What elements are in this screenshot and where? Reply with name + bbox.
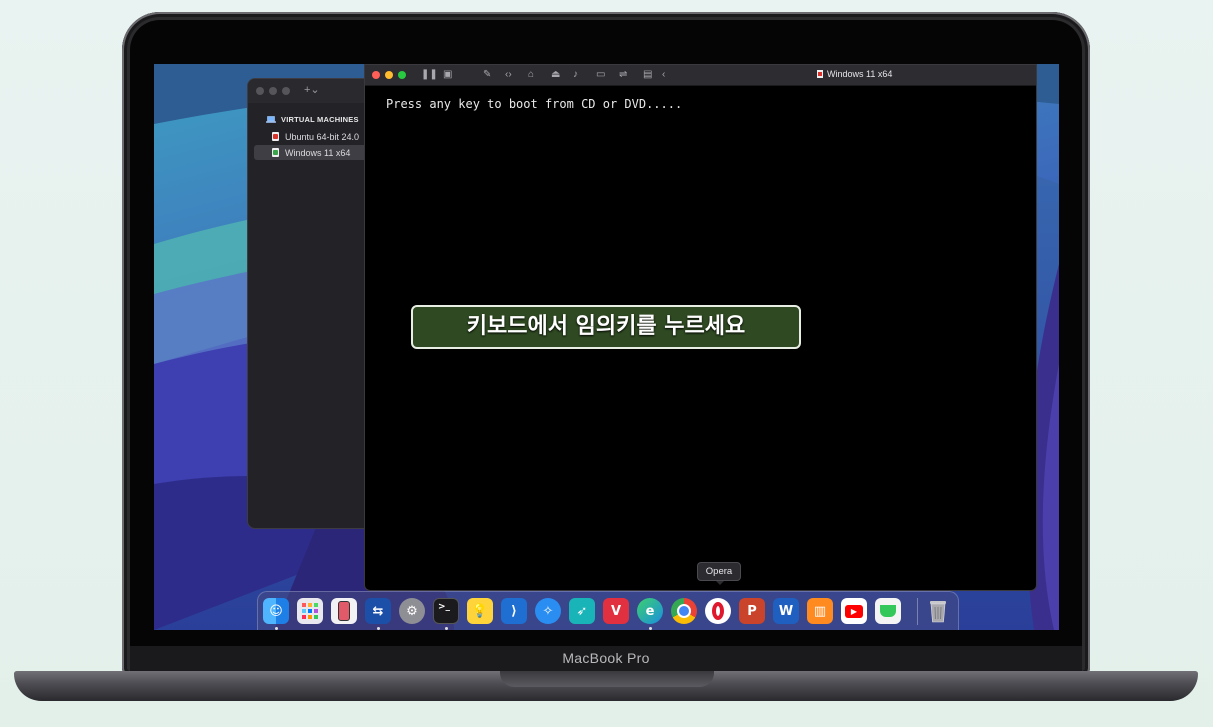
pause-icon[interactable]: ❚❚ bbox=[421, 68, 438, 82]
code-icon[interactable]: ‹› bbox=[505, 68, 512, 82]
youtube-icon[interactable]: ▶ bbox=[841, 598, 867, 624]
opera-icon[interactable] bbox=[705, 598, 731, 624]
mac-desktop: +⌄ VIRTUAL MACHINES Ubuntu 64-bit 24.0 W… bbox=[154, 64, 1059, 630]
sidebar-item-label: Ubuntu 64-bit 24.0 bbox=[285, 131, 360, 142]
window-title: Windows 11 x64 bbox=[817, 69, 892, 79]
close-button-inactive[interactable] bbox=[256, 87, 264, 95]
chrome-center-icon bbox=[677, 604, 691, 618]
usb-icon[interactable]: ⇌ bbox=[619, 68, 627, 82]
iphone-icon[interactable] bbox=[331, 598, 357, 624]
laptop-notch bbox=[500, 671, 714, 687]
swift-icon[interactable]: ➶ bbox=[569, 598, 595, 624]
sidebar-item-label: Windows 11 x64 bbox=[285, 147, 351, 158]
minimize-button[interactable] bbox=[385, 71, 393, 79]
launchpad-icon[interactable] bbox=[297, 598, 323, 624]
running-indicator bbox=[275, 627, 278, 630]
zoom-button-inactive[interactable] bbox=[282, 87, 290, 95]
phone-shape-icon bbox=[338, 601, 350, 621]
minimize-button-inactive[interactable] bbox=[269, 87, 277, 95]
chevron-left-icon[interactable]: ‹ bbox=[662, 68, 665, 82]
zoom-button[interactable] bbox=[398, 71, 406, 79]
device-label: MacBook Pro bbox=[562, 650, 650, 666]
laptop-chin: MacBook Pro bbox=[130, 646, 1082, 672]
powerpoint-icon[interactable]: P bbox=[739, 598, 765, 624]
remote-desktop-icon[interactable]: ⇆ bbox=[365, 598, 391, 624]
running-indicator bbox=[377, 627, 380, 630]
lightbulb-icon[interactable]: 💡 bbox=[467, 598, 493, 624]
section-title: VIRTUAL MACHINES bbox=[281, 115, 359, 124]
vm-document-icon bbox=[272, 148, 279, 157]
cd-drive-icon[interactable]: ⏏ bbox=[551, 68, 560, 82]
add-vm-button[interactable]: +⌄ bbox=[304, 83, 320, 96]
terminal-icon[interactable]: >_ bbox=[433, 598, 459, 624]
finder-icon[interactable]: ☺ bbox=[263, 598, 289, 624]
settings-icon[interactable]: ⚙ bbox=[399, 598, 425, 624]
wrench-icon[interactable]: ✎ bbox=[483, 68, 491, 82]
close-button[interactable] bbox=[372, 71, 380, 79]
books-icon[interactable]: ▥ bbox=[807, 598, 833, 624]
shared-folder-icon[interactable]: ▤ bbox=[643, 68, 652, 82]
word-icon[interactable]: W bbox=[773, 598, 799, 624]
camera-icon[interactable]: ▭ bbox=[596, 68, 605, 82]
vscode-icon[interactable]: ⟩ bbox=[501, 598, 527, 624]
trash-can-icon bbox=[930, 601, 946, 623]
chrome-icon[interactable] bbox=[671, 598, 697, 624]
speaker-icon[interactable]: ♪ bbox=[573, 68, 578, 82]
vm-document-icon bbox=[817, 70, 823, 78]
edge-icon[interactable]: e bbox=[637, 598, 663, 624]
instruction-caption: 키보드에서 임의키를 누르세요 bbox=[411, 305, 801, 349]
snapshot-icon[interactable]: ▣ bbox=[443, 68, 452, 82]
cup-icon[interactable] bbox=[875, 598, 901, 624]
console-output[interactable]: Press any key to boot from CD or DVD....… bbox=[386, 97, 682, 111]
hard-disk-icon[interactable]: ⌂ bbox=[528, 68, 534, 82]
running-indicator bbox=[445, 627, 448, 630]
vm-toolbar: ❚❚ ▣ ✎ ‹› ⌂ ⏏ ♪ ▭ ⇌ ▤ ‹ Windows 11 x64 bbox=[365, 65, 1036, 86]
dock-tooltip: Opera bbox=[697, 562, 741, 585]
vm-document-icon bbox=[272, 132, 279, 141]
vivaldi-icon[interactable]: V bbox=[603, 598, 629, 624]
cup-shape-icon bbox=[880, 605, 896, 617]
opera-o-icon bbox=[712, 602, 724, 620]
window-title-text: Windows 11 x64 bbox=[827, 69, 893, 79]
dock: ☺ ⇆ ⚙ >_ 💡 ⟩ ✧ ➶ V e P W ▥ ▶ bbox=[257, 591, 959, 630]
trash-icon[interactable] bbox=[925, 598, 951, 624]
safari-icon[interactable]: ✧ bbox=[535, 598, 561, 624]
grid-icon bbox=[302, 603, 318, 619]
dock-separator bbox=[917, 598, 918, 625]
section-virtual-machines: VIRTUAL MACHINES bbox=[266, 115, 359, 124]
vm-console-window: ❚❚ ▣ ✎ ‹› ⌂ ⏏ ♪ ▭ ⇌ ▤ ‹ Windows 11 x64 P… bbox=[364, 64, 1037, 591]
play-icon: ▶ bbox=[845, 604, 863, 618]
laptop-icon bbox=[266, 116, 276, 123]
running-indicator bbox=[649, 627, 652, 630]
